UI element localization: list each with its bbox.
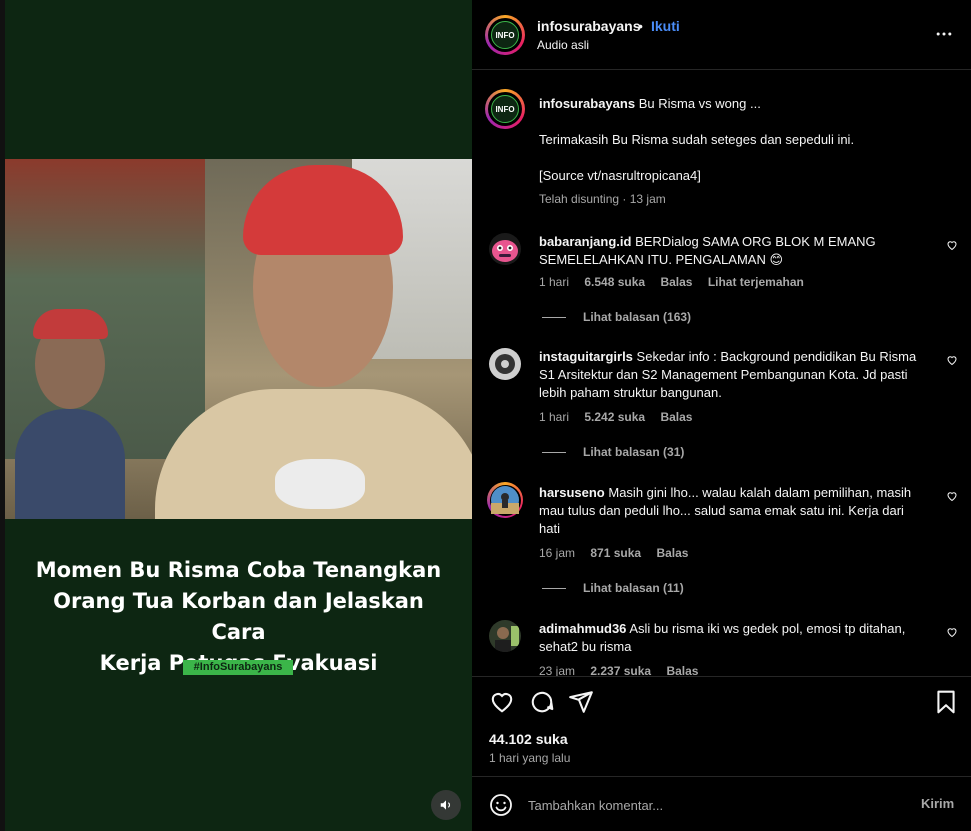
avatar-guitar-icon	[489, 348, 521, 380]
commenter-avatar[interactable]	[489, 620, 521, 652]
view-replies-button[interactable]: Lihat balasan (31)	[542, 445, 684, 459]
comment-time: 23 jam	[539, 664, 576, 676]
video-hashtag-badge: #InfoSurabayans	[183, 660, 293, 675]
comment-username[interactable]: adimahmud36	[539, 621, 626, 636]
comment-composer: Kirim	[472, 776, 971, 831]
replies-label: Lihat balasan (163)	[583, 310, 692, 324]
post-header: INFO infosurabayans • Ikuti Audio asli	[472, 0, 971, 70]
follow-button[interactable]: Ikuti	[651, 18, 680, 34]
video-caption-line: Orang Tua Korban dan Jelaskan Cara	[53, 589, 424, 644]
header-username[interactable]: infosurabayans	[537, 18, 640, 34]
send-icon	[569, 691, 593, 713]
avatar-photo-icon	[489, 620, 521, 652]
avatar-inner: INFO	[488, 18, 522, 52]
reply-button[interactable]: Balas	[666, 664, 698, 676]
post-panel: INFO infosurabayans • Ikuti Audio asli I…	[472, 0, 971, 831]
post-comment-button[interactable]: Kirim	[921, 796, 954, 811]
comment-time: 1 hari	[539, 410, 570, 424]
comment-like-button[interactable]	[946, 626, 958, 641]
caption-line: infosurabayans Bu Risma vs wong ...	[539, 95, 939, 113]
emoji-icon	[490, 794, 512, 816]
heart-outline-icon	[947, 356, 957, 366]
replies-label: Lihat balasan (31)	[583, 445, 685, 459]
comment-content: adimahmud36 Asli bu risma iki ws gedek p…	[539, 620, 919, 656]
video-mask	[275, 459, 365, 509]
post-timestamp: 1 hari yang lalu	[489, 751, 571, 765]
comments-list[interactable]: INFO infosurabayans Bu Risma vs wong ...…	[472, 71, 971, 676]
comment-time: 1 hari	[539, 275, 570, 289]
replies-divider	[542, 317, 566, 319]
header-separator: •	[638, 18, 643, 34]
reply-button[interactable]: Balas	[660, 410, 692, 424]
avatar[interactable]: INFO	[485, 15, 525, 55]
translate-button[interactable]: Lihat terjemahan	[708, 275, 804, 289]
comment-username[interactable]: babaranjang.id	[539, 234, 631, 249]
audio-toggle-button[interactable]	[431, 790, 461, 820]
speaker-icon	[440, 800, 451, 810]
heart-outline-icon	[947, 241, 957, 251]
replies-label: Lihat balasan (11)	[583, 581, 684, 595]
avatar-inner	[489, 484, 521, 516]
emoji-button[interactable]	[489, 793, 513, 817]
reply-button[interactable]: Balas	[660, 275, 692, 289]
comment-username[interactable]: harsuseno	[539, 485, 605, 500]
video-panel[interactable]: Momen Bu Risma Coba Tenangkan Orang Tua …	[0, 0, 472, 831]
comment-meta: 1 hari 5.242 suka Balas	[539, 410, 704, 424]
avatar-photo-icon	[491, 486, 519, 514]
comment-content: babaranjang.id BERDialog SAMA ORG BLOK M…	[539, 233, 919, 269]
comment-meta: 23 jam 2.237 suka Balas	[539, 664, 710, 676]
reply-button[interactable]: Balas	[656, 546, 688, 560]
caption-avatar[interactable]: INFO	[485, 89, 525, 129]
comment-like-button[interactable]	[946, 490, 958, 505]
view-replies-button[interactable]: Lihat balasan (163)	[542, 310, 691, 324]
like-button[interactable]	[489, 689, 515, 715]
comment-username[interactable]: instaguitargirls	[539, 349, 633, 364]
avatar-logo: INFO	[491, 21, 519, 49]
heart-outline-icon	[947, 492, 957, 502]
likes-count[interactable]: 44.102 suka	[489, 731, 568, 747]
comment-like-button[interactable]	[946, 239, 958, 254]
share-button[interactable]	[568, 689, 594, 715]
more-options-button[interactable]	[934, 24, 954, 49]
audio-source-link[interactable]: Audio asli	[537, 38, 589, 52]
comment-meta: 1 hari 6.548 suka Balas Lihat terjemahan	[539, 275, 816, 289]
comment-input[interactable]	[528, 794, 908, 816]
save-button[interactable]	[933, 689, 959, 715]
bookmark-icon	[937, 690, 955, 714]
post-actions: 44.102 suka 1 hari yang lalu	[472, 676, 971, 786]
caption-text: Bu Risma vs wong ...	[638, 96, 761, 111]
heart-outline-icon	[947, 628, 957, 638]
avatar-monster-icon	[489, 233, 521, 265]
comment-icon	[531, 691, 554, 713]
commenter-avatar[interactable]	[489, 233, 521, 265]
comment-likes[interactable]: 6.548 suka	[584, 275, 645, 289]
comment-content: instaguitargirls Sekedar info : Backgrou…	[539, 348, 919, 402]
comment-meta: 16 jam 871 suka Balas	[539, 546, 700, 560]
more-horizontal-icon	[936, 32, 952, 36]
comment-time: 16 jam	[539, 546, 576, 560]
commenter-avatar[interactable]	[487, 482, 523, 518]
video-caption-line: Momen Bu Risma Coba Tenangkan	[35, 558, 442, 582]
comment-button[interactable]	[529, 689, 555, 715]
replies-divider	[542, 452, 566, 454]
comment-content: harsuseno Masih gini lho... walau kalah …	[539, 484, 919, 538]
comment-likes[interactable]: 2.237 suka	[590, 664, 651, 676]
comment-like-button[interactable]	[946, 354, 958, 369]
avatar-logo: INFO	[491, 95, 519, 123]
comment-likes[interactable]: 5.242 suka	[584, 410, 645, 424]
caption-text: Terimakasih Bu Risma sudah seteges dan s…	[539, 132, 855, 147]
view-replies-button[interactable]: Lihat balasan (11)	[542, 581, 684, 595]
video-person-left-cap	[33, 309, 108, 339]
caption-meta: Telah disunting · 13 jam	[539, 192, 666, 206]
video-background-building	[5, 159, 205, 459]
video-person-left-body	[15, 409, 125, 519]
avatar-inner: INFO	[488, 92, 522, 126]
heart-icon	[491, 693, 513, 713]
replies-divider	[542, 588, 566, 590]
video-frame	[5, 159, 472, 519]
commenter-avatar[interactable]	[489, 348, 521, 380]
caption-source: [Source vt/nasrultropicana4]	[539, 168, 701, 183]
caption-username[interactable]: infosurabayans	[539, 96, 635, 111]
comment-likes[interactable]: 871 suka	[590, 546, 641, 560]
